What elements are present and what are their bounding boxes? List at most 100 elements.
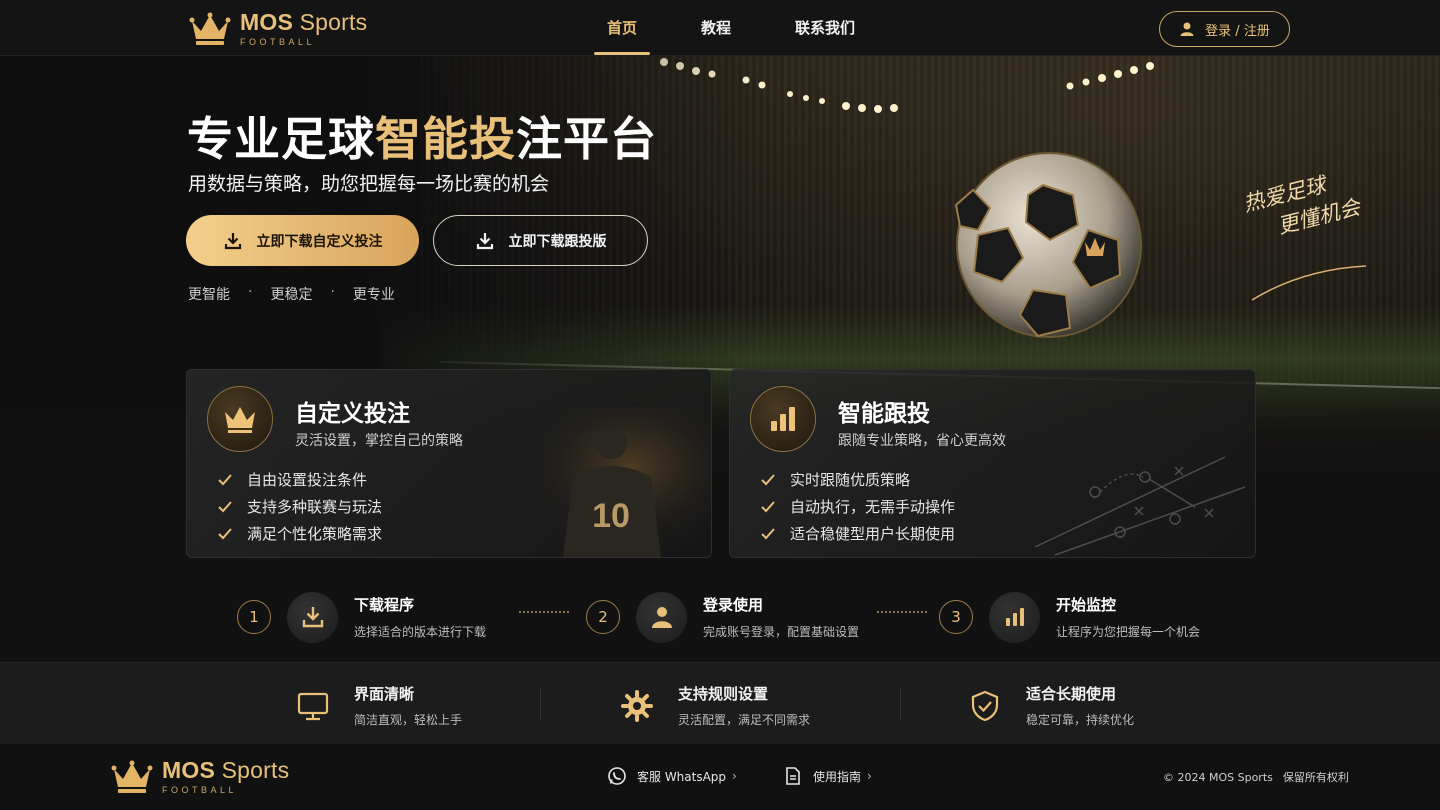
divider — [900, 689, 901, 721]
feature-rules: 支持规则设置 灵活配置，满足不同需求 — [620, 683, 810, 728]
check-icon — [761, 500, 775, 512]
tagline-item: 更专业 — [352, 287, 395, 303]
check-icon — [218, 473, 232, 485]
step-description: 让程序为您把握每一个机会 — [1056, 625, 1201, 639]
brand-name: MOS Sports — [240, 9, 368, 35]
crown-icon — [225, 407, 255, 433]
feature-description: 简洁直观，轻松上手 — [354, 713, 463, 727]
step-title: 下载程序 — [354, 596, 415, 614]
tactics-board-image — [1034, 456, 1246, 556]
tagline-item: 更智能 — [188, 287, 230, 303]
jersey-number: 10 — [592, 497, 630, 535]
step-number: 3 — [939, 600, 973, 634]
whatsapp-support-link[interactable]: 客服 WhatsApp › — [607, 766, 737, 786]
bar-chart-icon — [771, 407, 795, 431]
feature-title: 界面清晰 — [354, 685, 415, 703]
brand-logo[interactable]: MOS Sports FOOTBALL — [188, 11, 367, 47]
step-title: 开始监控 — [1056, 596, 1117, 614]
card-custom-betting[interactable]: 10 自定义投注 灵活设置，掌控自己的策略 自由设置投注条件 支持多种联赛与玩法… — [186, 369, 712, 558]
tagline-item: 更稳定 — [270, 287, 313, 303]
hero-subtitle: 用数据与策略，助您把握每一场比赛的机会 — [188, 173, 550, 195]
chevron-right-icon: › — [867, 769, 872, 783]
step-download: 1 下载程序 选择适合的版本进行下载 — [237, 589, 486, 645]
card-feature-list: 实时跟随优质策略 自动执行，无需手动操作 适合稳健型用户长期使用 — [760, 466, 955, 547]
step-description: 完成账号登录，配置基础设置 — [703, 625, 860, 639]
step-number: 1 — [237, 600, 271, 634]
check-icon — [761, 473, 775, 485]
brand-name: MOS Sports — [162, 757, 290, 783]
brand-subtitle: FOOTBALL — [240, 37, 316, 47]
check-icon — [218, 527, 232, 539]
download-icon — [476, 232, 493, 249]
crown-logo-icon — [111, 760, 153, 793]
list-item: 自由设置投注条件 — [217, 466, 382, 493]
check-icon — [218, 500, 232, 512]
brand-subtitle: FOOTBALL — [162, 785, 238, 795]
feature-title: 支持规则设置 — [678, 685, 769, 703]
nav-item-home[interactable]: 首页 — [594, 0, 651, 56]
gear-icon — [621, 689, 653, 722]
document-icon — [786, 767, 800, 785]
card-feature-list: 自由设置投注条件 支持多种联赛与玩法 满足个性化策略需求 — [217, 466, 382, 547]
user-icon — [651, 607, 672, 628]
top-header: MOS Sports FOOTBALL 首页 教程 联系我们 登录 / 注册 — [0, 0, 1440, 56]
feature-description: 灵活配置，满足不同需求 — [678, 713, 811, 727]
feature-long-term: 适合长期使用 稳定可靠，持续优化 — [968, 683, 1134, 728]
card-smart-follow[interactable]: 智能跟投 跟随专业策略，省心更高效 实时跟随优质策略 自动执行，无需手动操作 适… — [729, 369, 1256, 558]
card-description: 跟随专业策略，省心更高效 — [838, 433, 1006, 449]
divider — [540, 689, 541, 721]
step-connector — [519, 611, 569, 613]
list-item: 满足个性化策略需求 — [217, 520, 382, 547]
hero-title: 专业足球智能投注平台 — [187, 112, 657, 166]
download-icon — [224, 232, 241, 249]
whatsapp-label: 客服 WhatsApp — [637, 769, 727, 784]
shield-check-icon — [971, 690, 999, 721]
slogan-swoosh-decoration — [1251, 265, 1367, 301]
download-custom-button[interactable]: 立即下载自定义投注 — [186, 215, 419, 266]
step-number: 2 — [586, 600, 620, 634]
card-description: 灵活设置，掌控自己的策略 — [295, 433, 463, 449]
step-title: 登录使用 — [703, 596, 764, 614]
feature-description: 稳定可靠，持续优化 — [1026, 713, 1135, 727]
hero-section: 热爱足球 更懂机会 专业足球智能投注平台 用数据与策略，助您把握每一场比赛的机会… — [0, 56, 1440, 662]
check-icon — [761, 527, 775, 539]
crown-logo-icon — [189, 12, 231, 45]
whatsapp-icon — [608, 767, 626, 785]
bar-chart-icon — [1005, 608, 1024, 626]
copyright-text: © 2024 MOS Sports 保留所有权利 — [1163, 771, 1349, 784]
features-strip: 界面清晰 简洁直观，轻松上手 支持规则设置 灵活配置，满足不同需求 适合长期使用… — [0, 662, 1440, 744]
list-item: 自动执行，无需手动操作 — [760, 493, 955, 520]
soccer-ball-image — [954, 152, 1142, 338]
card-badge — [750, 386, 816, 452]
user-guide-label: 使用指南 — [813, 769, 862, 784]
login-register-label: 登录 / 注册 — [1205, 23, 1270, 39]
feature-title: 适合长期使用 — [1026, 685, 1117, 703]
hero-taglines: 更智能 · 更稳定 · 更专业 — [188, 284, 395, 303]
card-badge — [207, 386, 273, 452]
step-monitor: 3 开始监控 让程序为您把握每一个机会 — [939, 589, 1200, 645]
list-item: 实时跟随优质策略 — [760, 466, 955, 493]
step-connector — [877, 611, 927, 613]
download-icon — [302, 607, 323, 628]
download-follow-button[interactable]: 立即下载跟投版 — [433, 215, 648, 266]
monitor-icon — [297, 692, 329, 720]
footer-brand-logo[interactable]: MOS Sports FOOTBALL — [110, 759, 289, 795]
nav-item-contact[interactable]: 联系我们 — [782, 0, 868, 56]
download-follow-label: 立即下载跟投版 — [508, 233, 607, 250]
card-title: 自定义投注 — [295, 401, 410, 427]
footer: MOS Sports FOOTBALL 客服 WhatsApp › 使用指南 ›… — [0, 744, 1440, 810]
download-custom-label: 立即下载自定义投注 — [256, 233, 383, 250]
login-register-button[interactable]: 登录 / 注册 — [1159, 11, 1290, 47]
feature-clear-ui: 界面清晰 简洁直观，轻松上手 — [296, 683, 462, 728]
main-nav: 首页 教程 联系我们 — [594, 0, 906, 56]
list-item: 适合稳健型用户长期使用 — [760, 520, 955, 547]
nav-item-tutorial[interactable]: 教程 — [688, 0, 744, 56]
list-item: 支持多种联赛与玩法 — [217, 493, 382, 520]
step-description: 选择适合的版本进行下载 — [354, 625, 487, 639]
player-silhouette-image: 10 — [511, 407, 711, 557]
step-login: 2 登录使用 完成账号登录，配置基础设置 — [586, 589, 859, 645]
user-icon — [1180, 22, 1194, 36]
card-title: 智能跟投 — [838, 401, 930, 427]
user-guide-link[interactable]: 使用指南 › — [783, 766, 872, 786]
chevron-right-icon: › — [732, 769, 737, 783]
